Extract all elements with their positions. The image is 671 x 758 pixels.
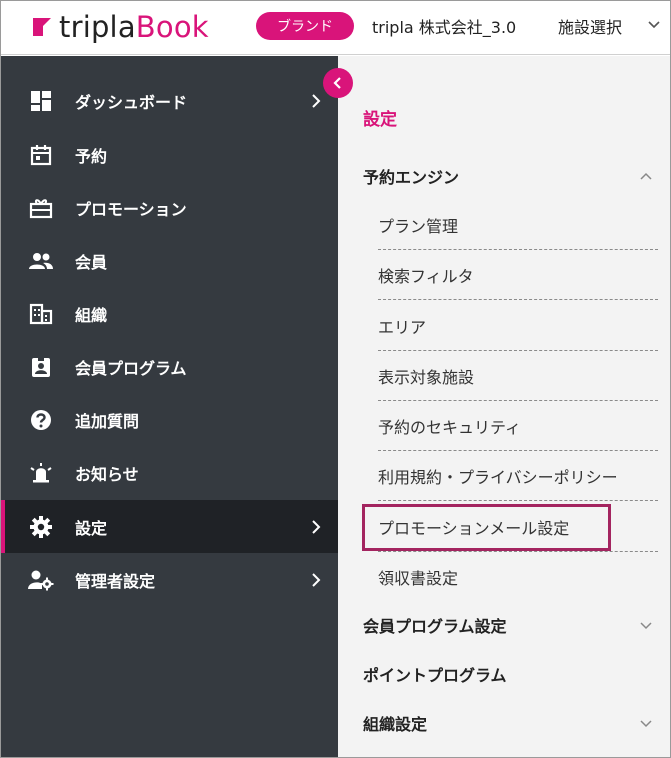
sidebar-item-label: 会員プログラム (75, 358, 187, 378)
menu-item-receipt-settings[interactable]: 領収書設定 (378, 552, 658, 602)
section-organization-settings[interactable]: 組織設定 (363, 708, 663, 738)
chevron-down-icon[interactable] (646, 17, 662, 33)
calendar-icon (28, 142, 54, 168)
menu-item-booking-security[interactable]: 予約のセキュリティ (378, 401, 658, 451)
menu-item-area[interactable]: エリア (378, 301, 658, 351)
facility-select[interactable]: 施設選択 (558, 12, 622, 40)
sidebar-item-label: プロモーション (75, 199, 187, 219)
sidebar-item-notifications[interactable]: お知らせ (1, 446, 338, 499)
top-header: triplaBook ブランド tripla 株式会社_3.0 施設選択 (1, 1, 670, 55)
highlight-box (362, 504, 611, 551)
section-label: ポイントプログラム (363, 666, 507, 685)
sidebar-item-reservations[interactable]: 予約 (1, 128, 338, 181)
sidebar-item-label: ダッシュボード (75, 92, 188, 112)
sidebar-item-label: 設定 (75, 518, 108, 538)
chevron-left-icon (333, 77, 341, 89)
chevron-right-icon (312, 572, 321, 587)
section-label: 予約エンジン (363, 168, 460, 187)
gift-icon (28, 195, 54, 221)
sidebar-item-members[interactable]: 会員 (1, 234, 338, 287)
admin-settings-icon (28, 567, 54, 593)
chevron-up-icon (640, 172, 652, 180)
people-icon (28, 248, 54, 274)
gear-icon (28, 514, 54, 540)
sidebar-item-additional-questions[interactable]: 追加質問 (1, 393, 338, 446)
menu-item-plan-management[interactable]: プラン管理 (378, 200, 658, 250)
sidebar-item-promotion[interactable]: プロモーション (1, 181, 338, 234)
dashboard-icon (28, 88, 54, 114)
brand-badge[interactable]: ブランド (256, 12, 354, 40)
logo-text: triplaBook (59, 10, 209, 44)
sidebar-item-label: 会員 (75, 252, 108, 272)
building-icon (28, 301, 54, 327)
section-label: 組織設定 (363, 715, 428, 734)
chevron-right-icon (312, 519, 321, 534)
sidebar-item-dashboard[interactable]: ダッシュボード (1, 74, 338, 127)
tripla-book-logo[interactable]: triplaBook (31, 9, 209, 45)
sidebar-item-label: 予約 (75, 146, 108, 166)
badge-icon (28, 354, 54, 380)
app-window: triplaBook ブランド tripla 株式会社_3.0 施設選択 ダッシ… (0, 0, 671, 758)
section-member-program-settings[interactable]: 会員プログラム設定 (363, 610, 663, 640)
panel-title: 設定 (363, 110, 397, 130)
sidebar-collapse-button[interactable] (323, 68, 353, 98)
question-icon (28, 407, 54, 433)
section-label: 会員プログラム設定 (363, 617, 507, 636)
sidebar-item-settings[interactable]: 設定 (1, 500, 338, 553)
chevron-right-icon (312, 93, 321, 108)
sidebar-item-member-program[interactable]: 会員プログラム (1, 340, 338, 393)
settings-panel: 設定 予約エンジン プラン管理 検索フィルタ エリア 表示対象施設 予約のセキュ… (338, 56, 670, 757)
sidebar-item-label: お知らせ (75, 464, 139, 484)
chevron-down-icon (640, 720, 652, 728)
sidebar-item-label: 組織 (75, 305, 108, 325)
chevron-down-icon (640, 622, 652, 630)
logo-mark-icon (33, 18, 51, 36)
menu-item-search-filter[interactable]: 検索フィルタ (378, 250, 658, 300)
menu-item-terms-privacy[interactable]: 利用規約・プライバシーポリシー (378, 451, 658, 501)
section-booking-engine[interactable]: 予約エンジン (363, 161, 663, 191)
company-name: tripla 株式会社_3.0 (372, 18, 517, 37)
sidebar-item-label: 追加質問 (75, 411, 140, 431)
sidebar: ダッシュボード 予約 プロモーション 会員 組織 会員プログラム 追加質問 お知… (1, 56, 338, 757)
menu-item-display-facilities[interactable]: 表示対象施設 (378, 351, 658, 401)
sidebar-item-organization[interactable]: 組織 (1, 287, 338, 340)
sidebar-item-admin-settings[interactable]: 管理者設定 (1, 553, 338, 606)
sidebar-item-label: 管理者設定 (75, 571, 156, 591)
section-point-program[interactable]: ポイントプログラム (363, 659, 663, 689)
alarm-icon (28, 460, 54, 486)
